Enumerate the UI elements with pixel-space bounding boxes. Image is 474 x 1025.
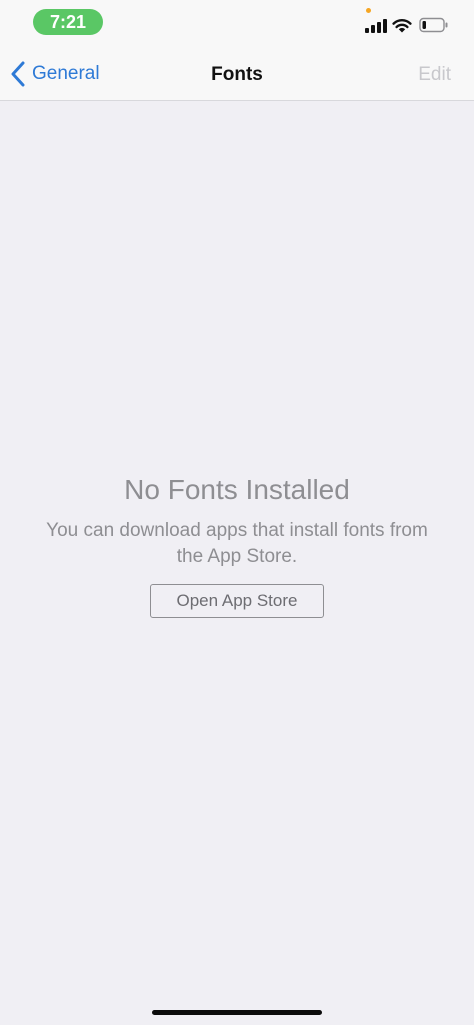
- status-time[interactable]: 7:21: [33, 9, 103, 35]
- page-title: Fonts: [211, 64, 263, 85]
- signal-icon: [365, 19, 387, 33]
- wifi-icon: [392, 19, 412, 33]
- battery-icon: [419, 17, 448, 33]
- empty-state-message: You can download apps that install fonts…: [46, 520, 428, 567]
- open-app-store-button[interactable]: Open App Store: [150, 584, 324, 618]
- empty-state: No Fonts Installed You can download apps…: [0, 470, 474, 618]
- home-indicator[interactable]: [152, 1010, 322, 1015]
- navigation-bar: General Fonts Edit: [0, 48, 474, 101]
- microphone-indicator-dot: [366, 8, 371, 13]
- status-bar: 7:21: [0, 0, 474, 48]
- edit-button[interactable]: Edit: [418, 62, 451, 88]
- empty-state-title: No Fonts Installed: [124, 474, 350, 505]
